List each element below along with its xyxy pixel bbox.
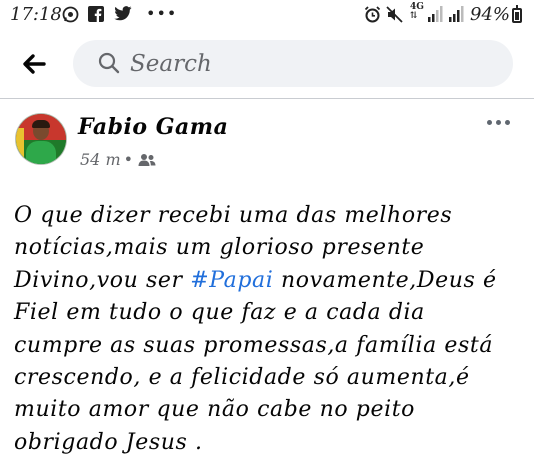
post-meta: 54 m •: [80, 150, 156, 171]
post-text-segment: Divino,vou ser: [14, 267, 183, 293]
top-bar: [0, 32, 534, 96]
hashtag-link[interactable]: #Papai: [190, 268, 273, 293]
more-options-icon[interactable]: [484, 112, 514, 132]
post-text-line: O que dizer recebi uma das melhores: [14, 203, 453, 228]
post-text-line: cumpre as suas promessas,a família está: [14, 332, 494, 358]
post-text-line: Fiel em tudo o que faz e a cada dia: [14, 300, 425, 326]
post-text: O que dizer recebi uma das melhores notí…: [14, 200, 514, 459]
search-input[interactable]: [128, 46, 492, 82]
avatar[interactable]: [16, 114, 66, 164]
alarm-icon: [364, 6, 381, 27]
status-time: 17:18: [10, 4, 62, 25]
signal-icon: [449, 6, 465, 26]
twitter-icon: [114, 6, 132, 25]
facebook-icon: [88, 6, 104, 26]
network-4g-icon: 4G ⇅: [410, 2, 424, 21]
post: Fabio Gama 54 m • O que dizer recebi uma …: [0, 100, 534, 462]
post-time[interactable]: 54 m: [80, 150, 121, 169]
back-arrow-icon[interactable]: [20, 50, 50, 78]
post-text-line: crescendo, e a felicidade só aumenta,é: [14, 365, 470, 391]
mute-icon: [386, 6, 403, 27]
more-notifications-icon: •••: [146, 4, 178, 23]
meta-separator: •: [123, 150, 134, 169]
search-icon: [98, 52, 120, 78]
post-text-line: Divino,vou ser #Papai novamente,Deus é: [14, 265, 514, 297]
signal-icon: [428, 6, 444, 26]
post-text-line: obrigado Jesus .: [14, 429, 203, 455]
post-text-line: muito amor que não cabe no peito: [14, 397, 416, 423]
battery-percent: 94%: [470, 4, 511, 25]
author-name[interactable]: Fabio Gama: [78, 114, 228, 140]
friends-icon[interactable]: [138, 152, 156, 171]
whatsapp-icon: [62, 6, 79, 27]
divider: [0, 98, 534, 99]
status-bar: 17:18 ••• 4G ⇅ 94%: [0, 0, 534, 32]
post-text-line: notícias,mais um glorioso presente: [14, 235, 425, 261]
battery-icon: [512, 5, 522, 23]
post-text-segment: novamente,Deus é: [273, 267, 497, 293]
search-bar[interactable]: [73, 40, 513, 87]
